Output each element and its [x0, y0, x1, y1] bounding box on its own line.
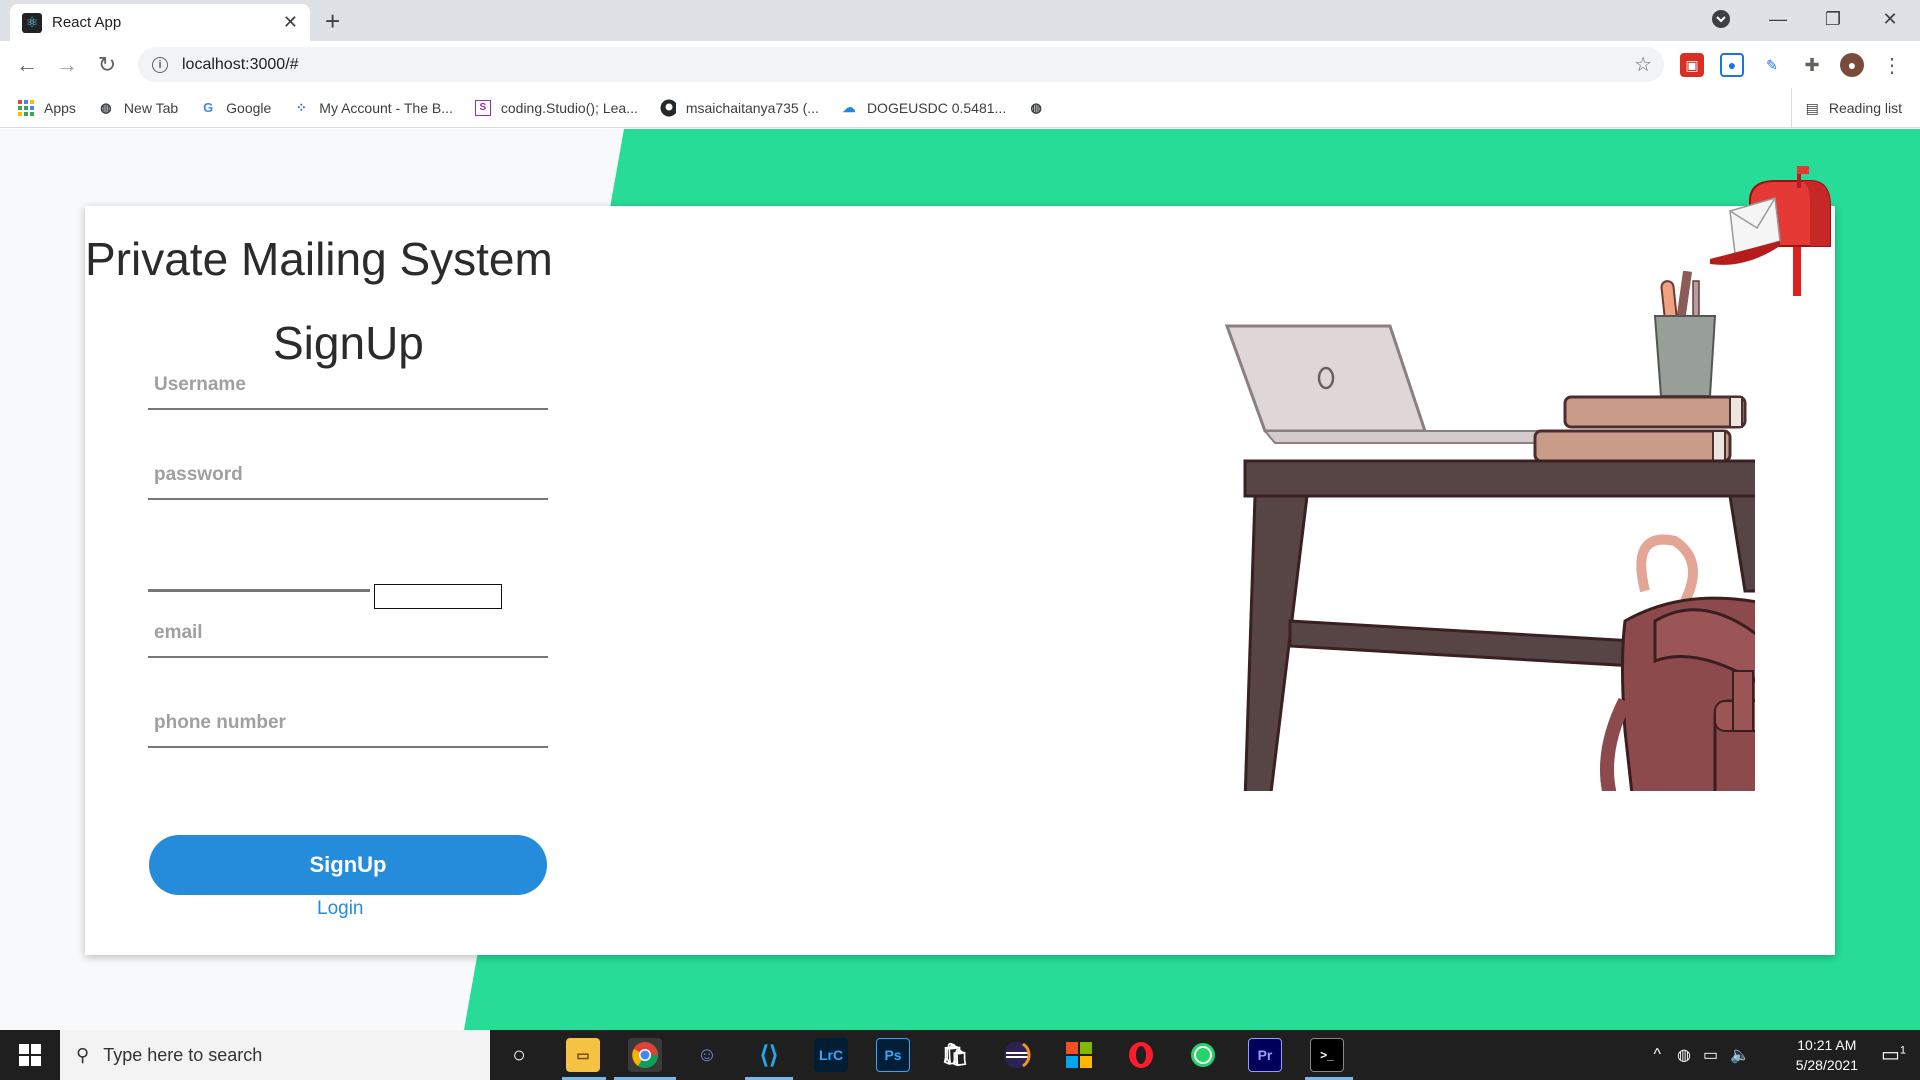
search-icon: ⚲ [76, 1044, 90, 1065]
reading-list-button[interactable]: ▤ Reading list [1790, 88, 1902, 128]
profile-avatar[interactable]: ● [1840, 53, 1864, 77]
password-input[interactable] [148, 452, 548, 498]
doge-icon: ☁ [842, 99, 856, 115]
apps-grid-icon [18, 99, 34, 116]
phone-field [148, 700, 548, 748]
address-bar[interactable]: i localhost:3000/# ☆ [138, 47, 1664, 82]
terminal-icon[interactable]: >_ [1310, 1038, 1344, 1072]
github-icon [660, 99, 676, 116]
bookmark-google[interactable]: G Google [200, 100, 271, 116]
app-title: Private Mailing System [85, 233, 553, 285]
network-globe-icon[interactable]: ◍ [1677, 1045, 1691, 1065]
chrome-icon[interactable] [628, 1038, 662, 1072]
whatsapp-icon[interactable] [1186, 1038, 1220, 1072]
taskbar-clock[interactable]: 10:21 AM 5/28/2021 [1796, 1035, 1858, 1075]
google-icon: G [203, 100, 214, 115]
laptop-illustration [1224, 324, 1557, 444]
signup-button[interactable]: SignUp [149, 835, 547, 895]
clock-date: 5/28/2021 [1795, 1057, 1858, 1073]
email-field [148, 610, 548, 658]
microsoft-office-icon[interactable] [1062, 1038, 1096, 1072]
restore-icon[interactable]: ❐ [1815, 4, 1851, 34]
menu-kebab-icon[interactable]: ⋮ [1880, 53, 1904, 77]
account-icon: ⁘ [295, 99, 307, 115]
mailbox-logo [1710, 166, 1831, 296]
browser-tab-bar: ⚛ React App ✕ + — ❐ ✕ [0, 0, 1920, 41]
unlabeled-input-underline[interactable] [148, 589, 370, 592]
back-icon[interactable]: ← [12, 50, 42, 80]
unlabeled-small-input[interactable] [374, 584, 502, 609]
url-text: localhost:3000/# [182, 55, 299, 73]
volume-icon[interactable]: 🔈 [1730, 1045, 1750, 1065]
windows-taskbar: ⚲ Type here to search ○ ▭ ☺ ⟨⟩ LrC Ps 🛍 … [0, 1030, 1920, 1080]
battery-icon[interactable]: ▭ [1703, 1045, 1718, 1065]
notification-count: 1 [1899, 1044, 1906, 1057]
bookmark-new-tab[interactable]: ◍ New Tab [98, 100, 178, 116]
file-explorer-icon[interactable]: ▭ [566, 1038, 600, 1072]
username-field [148, 362, 548, 410]
bookmark-coding-studio[interactable]: S coding.Studio(); Lea... [474, 99, 638, 116]
browser-toolbar: ← → ↻ i localhost:3000/# ☆ ▣ ● ✎ ✚ ● ⋮ [0, 41, 1920, 88]
tab-search-icon[interactable] [1705, 4, 1737, 34]
premiere-pro-icon[interactable]: Pr [1248, 1038, 1282, 1072]
signup-card: Private Mailing System SignUp SignUp Log… [85, 166, 1835, 955]
bookmark-dogeusdc[interactable]: ☁ DOGEUSDC 0.5481... [841, 100, 1006, 116]
login-link[interactable]: Login [317, 898, 364, 920]
lightroom-classic-icon[interactable]: LrC [814, 1038, 848, 1072]
bookmark-my-account[interactable]: ⁘ My Account - The B... [293, 100, 453, 116]
clock-time: 10:21 AM [1797, 1037, 1857, 1053]
show-hidden-icons-chevron-icon[interactable]: ^ [1653, 1046, 1661, 1064]
globe-icon: ◍ [1030, 99, 1042, 115]
extensions-puzzle-icon[interactable]: ✚ [1800, 53, 1824, 77]
bookmark-github[interactable]: msaichaitanya735 (... [660, 99, 819, 116]
cortana-icon[interactable]: ○ [502, 1038, 536, 1072]
start-button[interactable] [0, 1030, 60, 1080]
codingstudio-icon: S [474, 99, 491, 116]
tab-react-app[interactable]: ⚛ React App ✕ [10, 4, 310, 41]
eclipse-icon[interactable] [1000, 1038, 1034, 1072]
extension-translate-icon[interactable]: ✎ [1760, 53, 1784, 77]
new-tab-button[interactable]: + [325, 6, 340, 37]
taskbar-search[interactable]: ⚲ Type here to search [60, 1030, 490, 1080]
bookmark-apps[interactable]: Apps [18, 99, 76, 116]
extension-red-icon[interactable]: ▣ [1680, 53, 1704, 77]
bookmark-star-icon[interactable]: ☆ [1634, 52, 1652, 77]
windows-logo-icon [19, 1044, 41, 1066]
password-field [148, 452, 548, 500]
reload-icon[interactable]: ↻ [92, 50, 122, 80]
site-info-icon[interactable]: i [152, 56, 168, 73]
reading-list-icon: ▤ [1805, 99, 1819, 116]
close-tab-icon[interactable]: ✕ [283, 12, 298, 33]
desk-illustration [1224, 271, 1755, 791]
globe-icon: ◍ [100, 99, 112, 115]
tab-title: React App [52, 14, 122, 31]
discord-icon[interactable]: ☺ [690, 1038, 724, 1072]
backpack-illustration [1600, 534, 1755, 791]
bookmarks-bar: Apps ◍ New Tab G Google ⁘ My Account - T… [0, 88, 1920, 128]
microsoft-store-icon[interactable]: 🛍 [938, 1038, 972, 1072]
page-viewport: Private Mailing System SignUp SignUp Log… [0, 129, 1920, 1030]
system-tray: ^ ◍ ▭ 🔈 [1653, 1030, 1750, 1080]
bookmark-globe[interactable]: ◍ [1028, 100, 1054, 116]
username-input[interactable] [148, 362, 548, 408]
phone-input[interactable] [148, 700, 548, 746]
notification-center-icon[interactable]: ▭1 [1881, 1042, 1906, 1067]
email-input[interactable] [148, 610, 548, 656]
opera-icon[interactable] [1124, 1038, 1158, 1072]
extension-screenshot-icon[interactable]: ● [1720, 53, 1744, 77]
taskbar-search-placeholder: Type here to search [103, 1044, 263, 1065]
books-illustration [1533, 395, 1747, 463]
react-icon: ⚛ [22, 12, 42, 33]
vscode-icon[interactable]: ⟨⟩ [752, 1038, 786, 1072]
window-close-icon[interactable]: ✕ [1870, 4, 1910, 34]
photoshop-icon[interactable]: Ps [876, 1038, 910, 1072]
forward-icon[interactable]: → [52, 50, 82, 80]
minimize-icon[interactable]: — [1760, 4, 1796, 34]
